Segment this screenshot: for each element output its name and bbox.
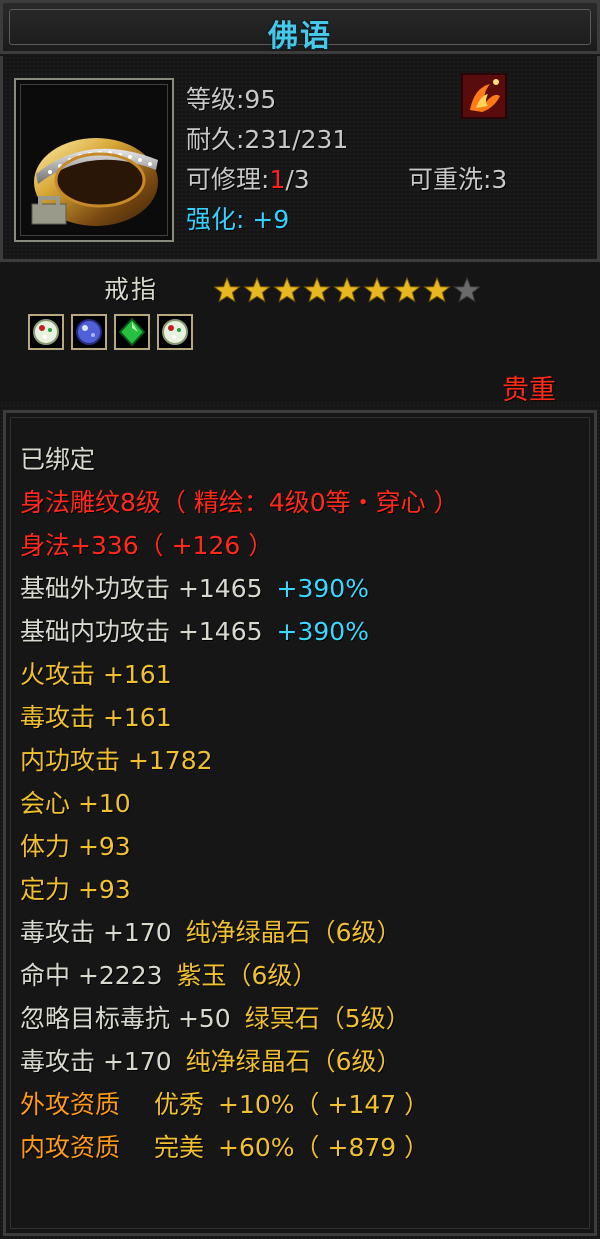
item-type-name: 戒指 xyxy=(104,275,159,304)
bound-status: 已绑定 xyxy=(20,445,96,474)
reforge-stat: 可重洗:3 xyxy=(408,165,508,194)
level-stat: 等级:95 xyxy=(186,85,277,114)
rank-badge-icon xyxy=(461,73,507,119)
green-gem-icon[interactable] xyxy=(114,314,150,350)
aptitude-line: 外攻资质 优秀 +10%（ +147 ） xyxy=(20,1090,430,1119)
item-icon-frame xyxy=(14,78,174,242)
star-rating xyxy=(214,277,480,302)
gem-stat-line: 毒攻击 +170 纯净绿晶石（6级） xyxy=(20,1047,402,1076)
star-filled-icon xyxy=(334,277,360,302)
repair-current: 1 xyxy=(269,165,286,194)
gem-socket-row xyxy=(28,314,193,350)
blue-gem-icon[interactable] xyxy=(71,314,107,350)
attributes-list: 已绑定 身法雕纹8级（ 精绘：4级0等・穿心 ） 身法+336（ +126 ） … xyxy=(20,438,459,1169)
strength-stat: 强化: +9 xyxy=(186,205,290,234)
list-item: 体力 +93 xyxy=(20,832,131,861)
list-item: 基础内功攻击 +1465 +390% xyxy=(20,617,369,646)
repair-stat: 可修理:1/3 xyxy=(186,165,310,194)
title-bar: 佛语 xyxy=(0,0,600,54)
star-filled-icon xyxy=(274,277,300,302)
white-gem-icon[interactable] xyxy=(157,314,193,350)
aptitude-line: 内攻资质 完美 +60%（ +879 ） xyxy=(20,1133,430,1162)
item-tooltip: 佛语 等级:95 耐久:231/231 可修理:1/3 可重洗:3 强化: +9… xyxy=(0,0,600,1239)
list-item: 会心 +10 xyxy=(20,789,131,818)
list-item: 定力 +93 xyxy=(20,875,131,904)
durability-stat: 耐久:231/231 xyxy=(186,125,349,154)
engraving-line: 身法雕纹8级（ 精绘：4级0等・穿心 ） xyxy=(20,488,459,517)
star-filled-icon xyxy=(424,277,450,302)
list-item: 内功攻击 +1782 xyxy=(20,746,213,775)
star-empty-icon xyxy=(454,277,480,302)
list-item: 毒攻击 +161 xyxy=(20,703,172,732)
gem-stat-line: 毒攻击 +170 纯净绿晶石（6级） xyxy=(20,918,402,947)
gem-stat-line: 忽略目标毒抗 +50 绿冥石（5级） xyxy=(20,1004,411,1033)
star-filled-icon xyxy=(304,277,330,302)
list-item: 火攻击 +161 xyxy=(20,660,172,689)
list-item: 基础外功攻击 +1465 +390% xyxy=(20,574,369,603)
quality-label: 贵重 xyxy=(502,375,556,406)
item-title: 佛语 xyxy=(268,19,332,54)
agility-line: 身法+336（ +126 ） xyxy=(20,531,274,560)
star-filled-icon xyxy=(244,277,270,302)
star-filled-icon xyxy=(214,277,240,302)
bound-lock-icon xyxy=(31,196,67,225)
gem-stat-line: 命中 +2223 紫玉（6级） xyxy=(20,961,318,990)
star-filled-icon xyxy=(394,277,420,302)
white-gem-icon[interactable] xyxy=(28,314,64,350)
star-filled-icon xyxy=(364,277,390,302)
